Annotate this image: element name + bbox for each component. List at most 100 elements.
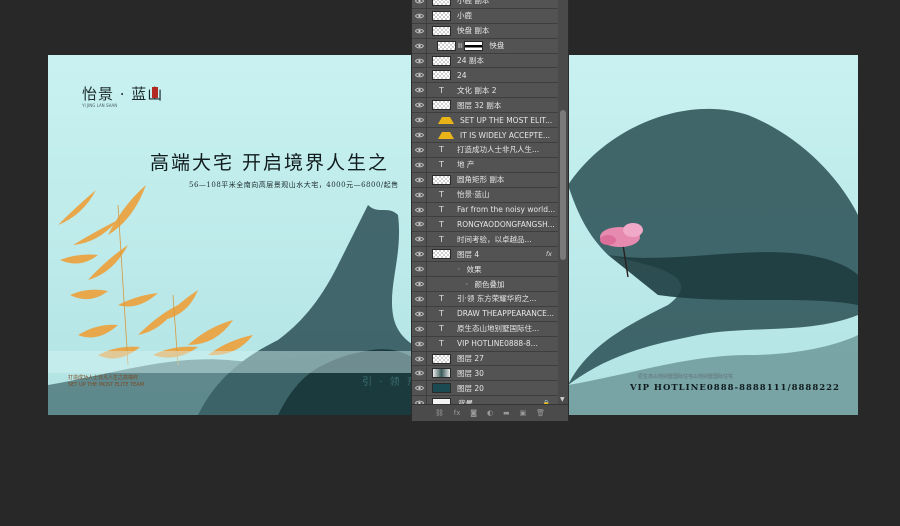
visibility-eye-icon[interactable] [412,396,427,404]
visibility-eye-icon[interactable] [412,292,427,306]
layer-name[interactable]: 原生态山地别墅国际住... [457,323,558,334]
layer-row[interactable]: 图层 30 [412,366,558,382]
warning-icon[interactable] [438,116,454,124]
layer-row[interactable]: 24 [412,68,558,84]
layer-thumbnail[interactable] [432,249,451,260]
layer-name[interactable]: 24 [457,71,558,80]
visibility-eye-icon[interactable] [412,53,427,68]
layer-name[interactable]: 颜色叠加 [475,279,558,290]
layer-name[interactable]: 24 副本 [457,55,558,66]
visibility-eye-icon[interactable] [412,68,427,83]
warning-icon[interactable] [438,131,454,139]
layer-thumbnail[interactable] [432,368,451,379]
masked-thumbnail[interactable]: ⛓ [432,40,484,51]
layer-name[interactable]: Far from the noisy world... [457,205,558,214]
layers-panel[interactable]: 小鹿 副本 小鹿 怏盘 副本 ⛓ 怏盘 24 副本 24 T 文化 副本 2 图层 32 副本 SE… [411,0,569,421]
visibility-eye-icon[interactable] [412,38,427,53]
layer-row[interactable]: T 怡景·蓝山 [412,187,558,203]
layer-name[interactable]: 图层 32 副本 [457,100,558,111]
visibility-eye-icon[interactable] [412,366,427,381]
fx-icon[interactable]: fx [454,409,461,417]
layer-thumbnail[interactable] [432,174,451,185]
layer-row[interactable]: 背景 🔒 [412,396,558,404]
visibility-eye-icon[interactable] [412,262,427,277]
layer-row[interactable]: T VIP HOTLINE0888-8... [412,336,558,352]
group-icon[interactable]: ▬ [503,409,510,417]
layer-row[interactable]: T地 产 [412,157,558,173]
layer-thumbnail[interactable] [437,40,456,51]
layer-row[interactable]: T 原生态山地别墅国际住... [412,321,558,337]
layer-name[interactable]: 地 产 [457,159,558,170]
layer-name[interactable]: 打造成功人士非凡人生... [457,144,558,155]
text-layer-icon[interactable]: T [432,309,451,318]
layer-thumbnail[interactable] [432,383,451,394]
layer-row[interactable]: T 打造成功人士非凡人生... [412,143,558,158]
layer-name[interactable]: 怏盘 副本 [457,25,558,36]
layer-name[interactable]: 效果 [467,264,558,275]
visibility-eye-icon[interactable] [412,202,427,217]
layer-row[interactable]: T 引·领 东方荣耀华府之... [412,292,558,307]
visibility-eye-icon[interactable] [412,232,427,247]
visibility-eye-icon[interactable] [412,23,427,38]
chain-link-icon[interactable]: ⛓ [457,43,463,49]
layer-row[interactable]: 图层 20 [412,381,558,397]
text-layer-icon[interactable]: T [432,235,451,244]
layer-name[interactable]: 怏盘 [489,40,558,51]
layer-thumbnail[interactable] [432,100,451,111]
adjustment-icon[interactable]: ◐ [487,409,493,417]
scroll-down-arrow-icon[interactable]: ▼ [560,396,565,403]
trash-icon[interactable]: 🗑 [536,409,545,417]
layer-name[interactable]: 小鹿 副本 [457,0,558,6]
layer-name[interactable]: 怡景·蓝山 [457,189,558,200]
layer-row[interactable]: IT IS WIDELY ACCEPTE... [412,128,558,143]
layer-row[interactable]: 图层 32 副本 [412,98,558,114]
visibility-eye-icon[interactable] [412,83,427,98]
layer-thumbnail[interactable] [432,10,451,21]
layer-thumbnail[interactable] [432,55,451,66]
layer-row[interactable]: 怏盘 副本 [412,23,558,39]
visibility-eye-icon[interactable] [412,336,427,351]
text-layer-icon[interactable]: T [432,339,451,348]
text-layer-icon[interactable]: T [432,145,451,154]
visibility-eye-icon[interactable] [412,113,427,128]
layer-row[interactable]: ◦ 颜色叠加 [412,277,558,292]
text-layer-icon[interactable]: T [432,160,451,169]
visibility-eye-icon[interactable] [412,8,427,23]
layer-row[interactable]: SET UP THE MOST ELIT... [412,113,558,129]
visibility-eye-icon[interactable] [412,0,427,8]
layer-row[interactable]: T RONGYAODONGFANGSH... [412,217,558,233]
scrollbar-thumb[interactable] [560,110,566,260]
text-layer-icon[interactable]: T [432,220,451,229]
layer-row[interactable]: 小鹿 副本 [412,0,558,9]
layer-row[interactable]: ⛓ 怏盘 [412,38,558,54]
visibility-eye-icon[interactable] [412,277,427,291]
text-layer-icon[interactable]: T [432,294,451,303]
mask-icon[interactable]: ◙ [470,409,477,417]
visibility-eye-icon[interactable] [412,321,427,336]
layers-scrollbar[interactable] [558,0,568,404]
effect-icon[interactable]: ◦ [427,281,469,288]
effect-icon[interactable]: ◦ [427,266,461,273]
visibility-eye-icon[interactable] [412,187,427,202]
layer-name[interactable]: 文化 副本 2 [457,85,558,96]
layer-row[interactable]: T 文化 副本 2 [412,83,558,99]
layer-name[interactable]: 图层 30 [457,368,558,379]
layer-name[interactable]: IT IS WIDELY ACCEPTE... [460,131,558,140]
layer-mask-thumbnail[interactable] [464,40,484,51]
layer-name[interactable]: 引·领 东方荣耀华府之... [457,293,558,304]
visibility-eye-icon[interactable] [412,143,427,157]
layer-thumbnail[interactable] [432,0,451,6]
layer-thumbnail[interactable] [432,25,451,36]
layer-thumbnail[interactable] [432,353,451,364]
new-layer-icon[interactable]: ▣ [520,409,527,417]
layer-row[interactable]: T DRAW THEAPPEARANCE... [412,306,558,322]
layer-row[interactable]: T 时间考验，以卓越品... [412,232,558,248]
visibility-eye-icon[interactable] [412,351,427,366]
visibility-eye-icon[interactable] [412,172,427,187]
layer-name[interactable]: DRAW THEAPPEARANCE... [457,309,558,318]
layer-thumbnail[interactable] [432,70,451,81]
visibility-eye-icon[interactable] [412,98,427,113]
text-layer-icon[interactable]: T [432,205,451,214]
visibility-eye-icon[interactable] [412,306,427,321]
layer-name[interactable]: VIP HOTLINE0888-8... [457,339,558,348]
